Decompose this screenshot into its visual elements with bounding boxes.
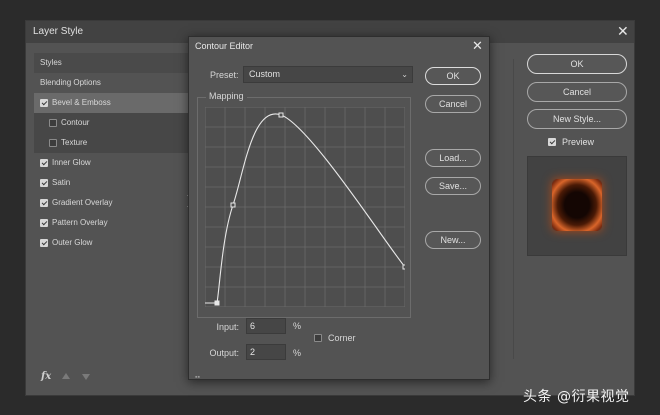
close-icon[interactable]: ✕	[617, 23, 629, 40]
style-preview	[527, 156, 627, 256]
chevron-down-icon: ⌄	[401, 70, 408, 79]
output-label: Output:	[209, 348, 239, 358]
style-item-label: Outer Glow	[52, 238, 93, 247]
output-field[interactable]: 2	[246, 344, 286, 360]
style-item[interactable]: Blending Options	[34, 73, 189, 93]
style-item[interactable]: Bevel & Emboss	[34, 93, 189, 113]
watermark: 头条 @衍果视觉	[523, 389, 630, 405]
style-checkbox[interactable]	[40, 219, 48, 227]
style-item-label: Inner Glow	[52, 158, 91, 167]
style-item[interactable]: Contour	[34, 113, 189, 133]
move-up-icon[interactable]	[62, 373, 70, 379]
style-checkbox[interactable]	[40, 239, 48, 247]
style-item-label: Bevel & Emboss	[52, 98, 111, 107]
style-item-label: Contour	[61, 118, 90, 127]
style-item-label: Texture	[61, 138, 88, 147]
preview-toggle[interactable]: Preview	[548, 137, 628, 149]
style-item[interactable]: Satin	[34, 173, 189, 193]
style-item[interactable]: Pattern Overlay	[34, 213, 189, 233]
style-item-label: Blending Options	[40, 78, 101, 87]
resize-grip-icon[interactable]: ▪▪	[195, 374, 200, 381]
panel-divider	[513, 59, 514, 359]
close-icon[interactable]: ✕	[472, 38, 483, 54]
style-item[interactable]: Inner Glow	[34, 153, 189, 173]
fx-icon[interactable]: fx	[41, 371, 51, 382]
save-button[interactable]: Save...	[425, 177, 481, 195]
dialog-title: Layer Style	[33, 26, 84, 37]
preset-value: Custom	[249, 69, 281, 79]
contour-graph[interactable]	[205, 107, 405, 307]
cancel-button[interactable]: Cancel	[425, 95, 481, 113]
output-unit: %	[293, 348, 302, 358]
style-checkbox[interactable]	[49, 119, 57, 127]
style-checkbox[interactable]	[40, 179, 48, 187]
style-item-label: Gradient Overlay	[52, 198, 113, 207]
new-button[interactable]: New...	[425, 231, 481, 249]
style-item-label: Satin	[52, 178, 71, 187]
style-checkbox[interactable]	[40, 199, 48, 207]
styles-list: Styles Blending Options Bevel & Emboss Cont…	[34, 53, 189, 373]
curve-point[interactable]	[278, 112, 284, 118]
style-checkbox[interactable]	[49, 139, 57, 147]
cancel-button[interactable]: Cancel	[527, 82, 627, 102]
curve-point[interactable]	[402, 264, 405, 270]
style-item[interactable]: Outer Glow	[34, 233, 189, 253]
corner-checkbox[interactable]	[314, 334, 322, 342]
curve-point[interactable]	[230, 202, 236, 208]
styles-toolbar: fx	[41, 371, 111, 387]
contour-editor-dialog: Contour Editor ✕ Preset: Custom ⌄ Mappin…	[188, 36, 490, 381]
contour-editor-title: Contour Editor	[195, 41, 254, 51]
style-item[interactable]: Gradient Overlay	[34, 193, 189, 213]
style-checkbox[interactable]	[40, 99, 48, 107]
ok-button[interactable]: OK	[527, 54, 627, 74]
preset-select[interactable]: Custom ⌄	[243, 66, 413, 83]
move-down-icon[interactable]	[82, 374, 90, 380]
mapping-label: Mapping	[206, 91, 247, 101]
style-checkbox[interactable]	[40, 159, 48, 167]
preview-label: Preview	[562, 137, 595, 147]
preview-checkbox[interactable]	[548, 138, 556, 146]
style-item-label: Styles	[40, 58, 62, 67]
preview-swatch	[552, 179, 602, 231]
input-label: Input:	[216, 322, 239, 332]
style-item[interactable]: Texture	[34, 133, 189, 153]
ok-button[interactable]: OK	[425, 67, 481, 85]
load-button[interactable]: Load...	[425, 149, 481, 167]
corner-label: Corner	[328, 333, 356, 343]
preset-label: Preset:	[210, 70, 239, 80]
input-unit: %	[293, 321, 302, 331]
new-style-button[interactable]: New Style...	[527, 109, 627, 129]
input-field[interactable]: 6	[246, 318, 286, 334]
style-item-label: Pattern Overlay	[52, 218, 108, 227]
styles-header: Styles	[34, 53, 189, 73]
curve-point[interactable]	[214, 300, 220, 306]
